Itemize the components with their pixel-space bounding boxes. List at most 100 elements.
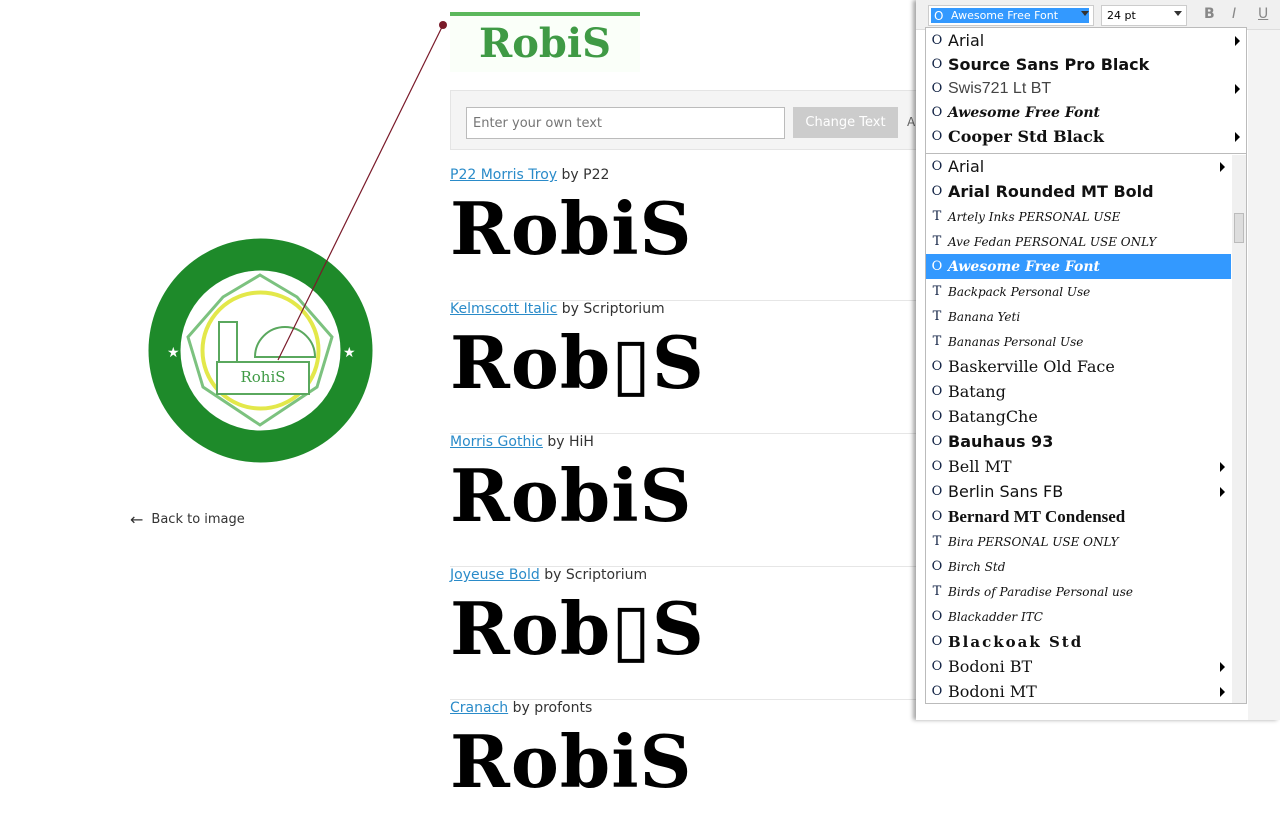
font-item-label: BatangChe [948, 407, 1038, 426]
font-name-link[interactable]: Cranach [450, 700, 508, 716]
font-list-item[interactable]: O Birch Std [926, 554, 1231, 579]
font-item-label: Swis721 Lt BT [948, 79, 1052, 97]
font-sample: Rob▯S [450, 586, 705, 671]
font-list-item[interactable]: O Berlin Sans FB [926, 479, 1231, 504]
opentype-icon: O [934, 9, 944, 23]
font-list-item[interactable]: T Birds of Paradise Personal use [926, 579, 1231, 604]
font-name-link[interactable]: P22 Morris Troy [450, 167, 557, 183]
font-list-item[interactable]: O Blackoak Std [926, 629, 1231, 654]
arrow-left-icon: ← [130, 510, 144, 529]
font-size-select[interactable]: 24 pt [1101, 5, 1187, 26]
font-author: by Scriptorium [544, 567, 648, 583]
truetype-icon: T [932, 209, 942, 224]
font-name-link[interactable]: Joyeuse Bold [450, 567, 540, 583]
font-list-item[interactable]: O Arial [926, 154, 1231, 179]
opentype-icon: O [931, 684, 943, 699]
font-list-item[interactable]: O Cooper Std Black [926, 124, 1246, 149]
font-family-select[interactable]: O Awesome Free Font [928, 5, 1094, 26]
submenu-arrow-icon [1220, 687, 1225, 697]
font-name-link[interactable]: Kelmscott Italic [450, 301, 557, 317]
font-list-item[interactable]: O Arial [926, 28, 1246, 53]
font-item-label: Bauhaus 93 [948, 432, 1054, 451]
font-item-label: Berlin Sans FB [948, 482, 1064, 501]
scrollbar[interactable] [1232, 155, 1246, 703]
font-list-item[interactable]: T Bananas Personal Use [926, 329, 1231, 354]
italic-button[interactable]: I [1232, 6, 1236, 22]
submenu-arrow-icon [1235, 84, 1240, 94]
font-list-item[interactable]: O Bodoni MT [926, 679, 1231, 704]
opentype-icon: O [931, 259, 943, 274]
submenu-arrow-icon [1220, 162, 1225, 172]
font-item-label: Bananas Personal Use [948, 334, 1084, 349]
font-panel: O Awesome Free Font 24 pt B I U O Arial O So… [916, 0, 1280, 720]
font-list-item[interactable]: T Ave Fedan PERSONAL USE ONLY [926, 229, 1231, 254]
font-item-label: Arial [948, 157, 985, 176]
underline-button[interactable]: U [1258, 6, 1268, 22]
font-name-link[interactable]: Morris Gothic [450, 434, 543, 450]
font-item-label: Awesome Free Font [948, 104, 1100, 121]
custom-text-input[interactable] [466, 107, 785, 139]
chevron-down-icon [1081, 11, 1089, 16]
font-author: by HiH [547, 434, 594, 450]
change-text-button[interactable]: Change Text [793, 107, 898, 138]
font-item-label: Batang [948, 382, 1006, 401]
svg-text:★: ★ [167, 345, 180, 361]
opentype-icon: O [931, 559, 943, 574]
font-list-item[interactable]: O Bell MT [926, 454, 1231, 479]
submenu-arrow-icon [1220, 487, 1225, 497]
opentype-icon: O [931, 509, 943, 524]
truetype-icon: T [932, 284, 942, 299]
font-list-item[interactable]: T Banana Yeti [926, 304, 1231, 329]
truetype-icon: T [932, 234, 942, 249]
font-list-item[interactable]: T Bira PERSONAL USE ONLY [926, 529, 1231, 554]
submenu-arrow-icon [1235, 132, 1240, 142]
font-item-label: Bira PERSONAL USE ONLY [948, 534, 1119, 549]
font-list-item[interactable]: O Batang [926, 379, 1231, 404]
font-list-item[interactable]: O Baskerville Old Face [926, 354, 1231, 379]
back-to-image-link[interactable]: ← Back to image [130, 510, 245, 529]
truetype-icon: T [932, 534, 942, 549]
font-list-item[interactable]: O Awesome Free Font [926, 100, 1246, 125]
font-list-item[interactable]: O Swis721 Lt BT [926, 76, 1246, 101]
chevron-down-icon [1174, 11, 1182, 16]
svg-text:★: ★ [343, 345, 356, 361]
font-item-label: Bell MT [948, 457, 1012, 476]
opentype-icon: O [931, 634, 943, 649]
font-list-item[interactable]: O Blackadder ITC [926, 604, 1231, 629]
opentype-icon: O [931, 81, 943, 96]
font-list-item[interactable]: O Awesome Free Font [926, 254, 1231, 279]
opentype-icon: O [931, 159, 943, 174]
rohis-logo-image: RohiS ★ ★ [148, 238, 373, 463]
font-list-item[interactable]: O Bernard MT Condensed [926, 504, 1231, 529]
font-item-label: Arial Rounded MT Bold [948, 182, 1154, 201]
opentype-icon: O [931, 609, 943, 624]
font-list-item[interactable]: O Arial Rounded MT Bold [926, 179, 1231, 204]
font-sample: RobiS [450, 186, 693, 271]
font-list-item[interactable]: O Bauhaus 93 [926, 429, 1231, 454]
bold-button[interactable]: B [1204, 6, 1215, 22]
submenu-arrow-icon [1235, 36, 1240, 46]
truetype-icon: T [932, 584, 942, 599]
font-sample: RobiS [450, 453, 693, 538]
font-entry: Kelmscott Italic by Scriptorium Rob▯S [450, 300, 920, 433]
font-item-label: Ave Fedan PERSONAL USE ONLY [948, 234, 1157, 249]
font-item-label: Source Sans Pro Black [948, 55, 1150, 74]
font-author: by Scriptorium [561, 301, 665, 317]
font-entry: P22 Morris Troy by P22 RobiS [450, 167, 920, 300]
opentype-icon: O [931, 484, 943, 499]
font-list-item[interactable]: O Source Sans Pro Black [926, 52, 1246, 77]
font-item-label: Arial [948, 31, 985, 50]
font-list-item[interactable]: T Backpack Personal Use [926, 279, 1231, 304]
scrollbar-thumb[interactable] [1234, 213, 1244, 243]
font-item-label: Blackoak Std [948, 632, 1084, 651]
font-list-item[interactable]: T Artely Inks PERSONAL USE [926, 204, 1231, 229]
font-list-item[interactable]: O BatangChe [926, 404, 1231, 429]
font-dropdown-list: O Arial O Source Sans Pro Black O Swis721 Lt … [925, 27, 1247, 704]
text-toolbar: Change Text A [450, 90, 920, 150]
font-item-label: Banana Yeti [948, 309, 1021, 324]
font-item-label: Awesome Free Font [948, 258, 1100, 275]
submenu-arrow-icon [1220, 462, 1225, 472]
font-list-item[interactable]: O Bodoni BT [926, 654, 1231, 679]
font-item-label: Artely Inks PERSONAL USE [948, 209, 1121, 224]
background-panel [1248, 30, 1280, 720]
